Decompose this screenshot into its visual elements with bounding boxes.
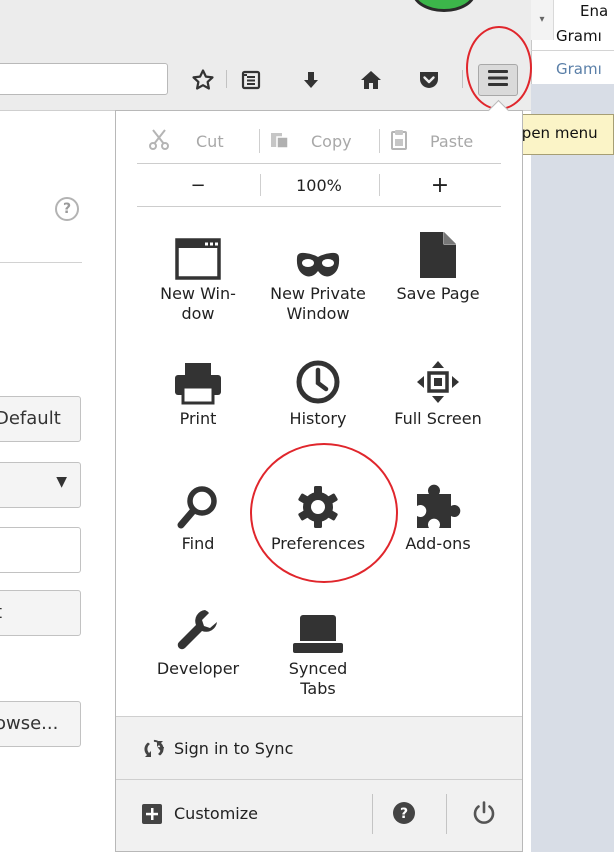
menu-item-find[interactable]: Find: [138, 472, 258, 554]
hamburger-menu-icon: [487, 69, 509, 91]
url-bar[interactable]: [0, 63, 168, 95]
history-clock-icon: [258, 347, 378, 405]
document-divider: [531, 50, 614, 51]
browse-button-label: owse...: [0, 713, 59, 734]
browser-toolbar: [0, 48, 531, 111]
full-screen-icon: [378, 347, 498, 405]
zoom-out-button[interactable]: −: [137, 164, 259, 206]
page-divider: [0, 262, 82, 263]
developer-label: Developer: [156, 659, 240, 678]
paste-button[interactable]: Paste: [389, 121, 473, 161]
text-field[interactable]: [0, 527, 81, 573]
document-line-1: Ena: [580, 2, 609, 20]
download-arrow-icon[interactable]: [296, 66, 326, 94]
menu-item-synced-tabs[interactable]: Synced Tabs: [258, 597, 378, 699]
menu-item-developer[interactable]: Developer: [138, 597, 258, 679]
puzzle-piece-icon: [378, 472, 498, 530]
document-line-3: Gramı: [556, 60, 602, 78]
zoom-level-label: 100%: [296, 175, 342, 195]
copy-icon: [269, 128, 291, 154]
footer-separator: [446, 794, 447, 834]
copy-button[interactable]: Copy: [269, 121, 352, 161]
printer-icon: [138, 347, 258, 405]
private-mask-icon: [258, 222, 378, 280]
pocket-icon[interactable]: [414, 66, 444, 94]
sync-icon: [144, 739, 165, 763]
history-label: History: [289, 409, 347, 428]
help-question-button[interactable]: ?: [392, 801, 416, 825]
magnifier-icon: [138, 472, 258, 530]
restore-default-button[interactable]: Default: [0, 396, 81, 442]
new-window-label: New Win- dow: [160, 284, 236, 323]
toolbar-separator: [226, 70, 227, 88]
customize-button[interactable]: Customize: [116, 780, 368, 850]
power-button[interactable]: [471, 800, 497, 826]
synced-tabs-label: Synced Tabs: [288, 659, 348, 698]
toolbar-separator: [462, 70, 463, 88]
footer-separator: [372, 794, 373, 834]
svg-text:?: ?: [400, 806, 408, 822]
zoom-reset-button[interactable]: 100%: [261, 164, 377, 206]
zoom-in-label: +: [430, 172, 450, 198]
save-page-label: Save Page: [396, 284, 480, 303]
menu-item-preferences[interactable]: Preferences: [258, 472, 378, 554]
menu-item-print[interactable]: Print: [138, 347, 258, 429]
cut-label: Cut: [196, 131, 224, 151]
save-page-icon: [378, 222, 498, 280]
settings-button[interactable]: t: [0, 590, 81, 636]
help-question-icon[interactable]: ?: [55, 197, 79, 221]
cut-button[interactable]: Cut: [147, 121, 224, 161]
document-line-2: Gramı: [556, 27, 602, 45]
edit-separator: [379, 129, 380, 153]
dropdown-arrow-icon: ▼: [56, 474, 67, 490]
sign-in-to-sync-label: Sign in to Sync: [174, 739, 294, 758]
menu-footer: Customize ?: [116, 779, 522, 851]
scissors-icon: [147, 127, 171, 155]
settings-button-label: t: [0, 602, 2, 623]
menu-item-add-ons[interactable]: Add-ons: [378, 472, 498, 554]
preferences-label: Preferences: [270, 534, 366, 553]
customize-plus-icon: [142, 804, 162, 828]
reading-list-icon[interactable]: [236, 66, 266, 94]
wrench-icon: [138, 597, 258, 655]
synced-tabs-icon: [258, 597, 378, 655]
ribbon-expand-arrow[interactable]: ▾: [531, 0, 554, 40]
dropdown-select[interactable]: ▼: [0, 462, 81, 508]
print-label: Print: [179, 409, 217, 428]
menu-item-new-private-window[interactable]: New Private Window: [258, 222, 378, 324]
menu-item-history[interactable]: History: [258, 347, 378, 429]
edit-separator: [259, 129, 260, 153]
menu-item-save-page[interactable]: Save Page: [378, 222, 498, 304]
edit-controls-row: Cut Copy Paste: [137, 121, 501, 161]
home-icon[interactable]: [356, 66, 386, 94]
zoom-in-button[interactable]: +: [380, 164, 500, 206]
star-icon[interactable]: [188, 66, 218, 94]
zoom-controls-row: − 100% +: [137, 163, 501, 207]
sign-in-to-sync-button[interactable]: Sign in to Sync: [116, 716, 522, 779]
open-menu-button[interactable]: [478, 64, 518, 96]
menu-item-full-screen[interactable]: Full Screen: [378, 347, 498, 429]
clipboard-icon: [389, 128, 409, 154]
paste-label: Paste: [430, 131, 474, 151]
zoom-out-label: −: [190, 174, 206, 196]
add-ons-label: Add-ons: [405, 534, 471, 553]
browse-button[interactable]: owse...: [0, 701, 81, 747]
customize-label: Customize: [174, 804, 258, 823]
find-label: Find: [181, 534, 215, 553]
copy-label: Copy: [311, 131, 352, 151]
new-window-icon: [138, 222, 258, 280]
gear-icon: [258, 472, 378, 530]
restore-default-label: Default: [0, 408, 61, 429]
new-private-window-label: New Private Window: [270, 284, 366, 323]
menu-item-new-window[interactable]: New Win- dow: [138, 222, 258, 324]
full-screen-label: Full Screen: [394, 409, 482, 428]
